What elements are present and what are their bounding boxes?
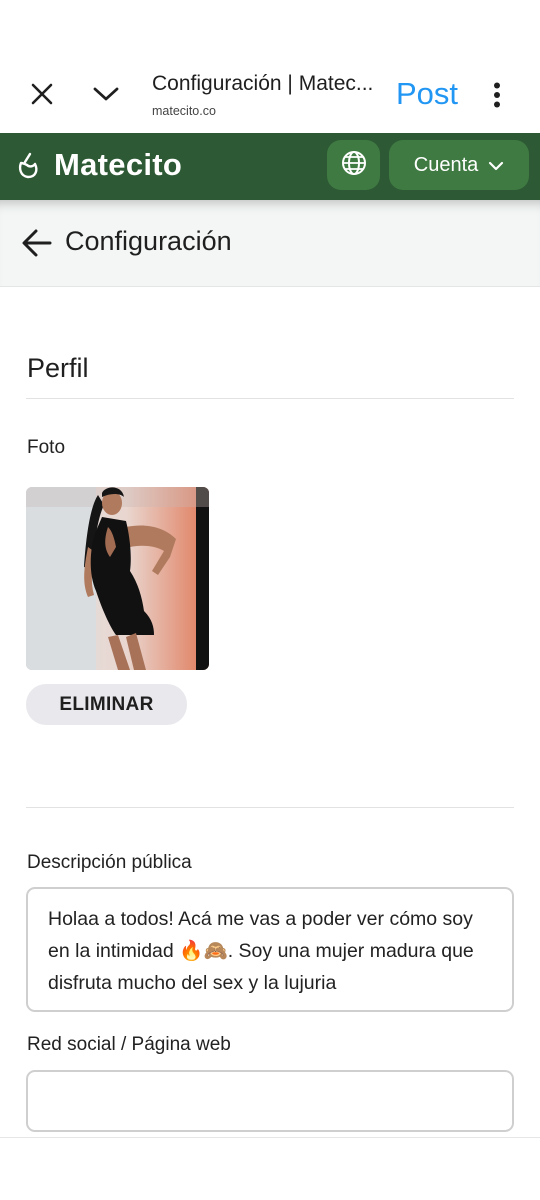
language-button[interactable] bbox=[327, 140, 380, 190]
delete-photo-button[interactable]: ELIMINAR bbox=[26, 684, 187, 725]
brand-logo-text[interactable]: Matecito bbox=[54, 147, 182, 183]
divider bbox=[26, 807, 514, 808]
chevron-down-icon bbox=[488, 154, 504, 177]
more-vert-icon[interactable] bbox=[484, 78, 510, 112]
divider bbox=[26, 398, 514, 399]
profile-photo[interactable] bbox=[26, 487, 209, 670]
chevron-down-icon[interactable] bbox=[86, 74, 126, 114]
mate-cup-icon[interactable] bbox=[16, 152, 42, 185]
social-website-input[interactable] bbox=[26, 1070, 514, 1132]
arrow-back-icon[interactable] bbox=[20, 226, 54, 260]
account-menu-button[interactable]: Cuenta bbox=[389, 140, 529, 190]
browser-url: matecito.co bbox=[152, 104, 216, 118]
browser-page-title: Configuración | Matec... bbox=[152, 72, 374, 95]
browser-title-block: Configuración | Matec... matecito.co bbox=[152, 72, 377, 118]
page-title: Configuración bbox=[65, 226, 232, 256]
post-button[interactable]: Post bbox=[396, 76, 458, 112]
photo-label: Foto bbox=[27, 437, 66, 458]
section-title-profile: Perfil bbox=[27, 353, 89, 383]
close-icon[interactable] bbox=[22, 74, 62, 114]
social-label: Red social / Página web bbox=[27, 1034, 231, 1055]
account-label: Cuenta bbox=[413, 153, 479, 176]
divider bbox=[0, 1137, 540, 1138]
globe-icon bbox=[340, 149, 368, 182]
description-textarea[interactable]: Holaa a todos! Acá me vas a poder ver có… bbox=[26, 887, 514, 1012]
description-label: Descripción pública bbox=[27, 852, 192, 873]
